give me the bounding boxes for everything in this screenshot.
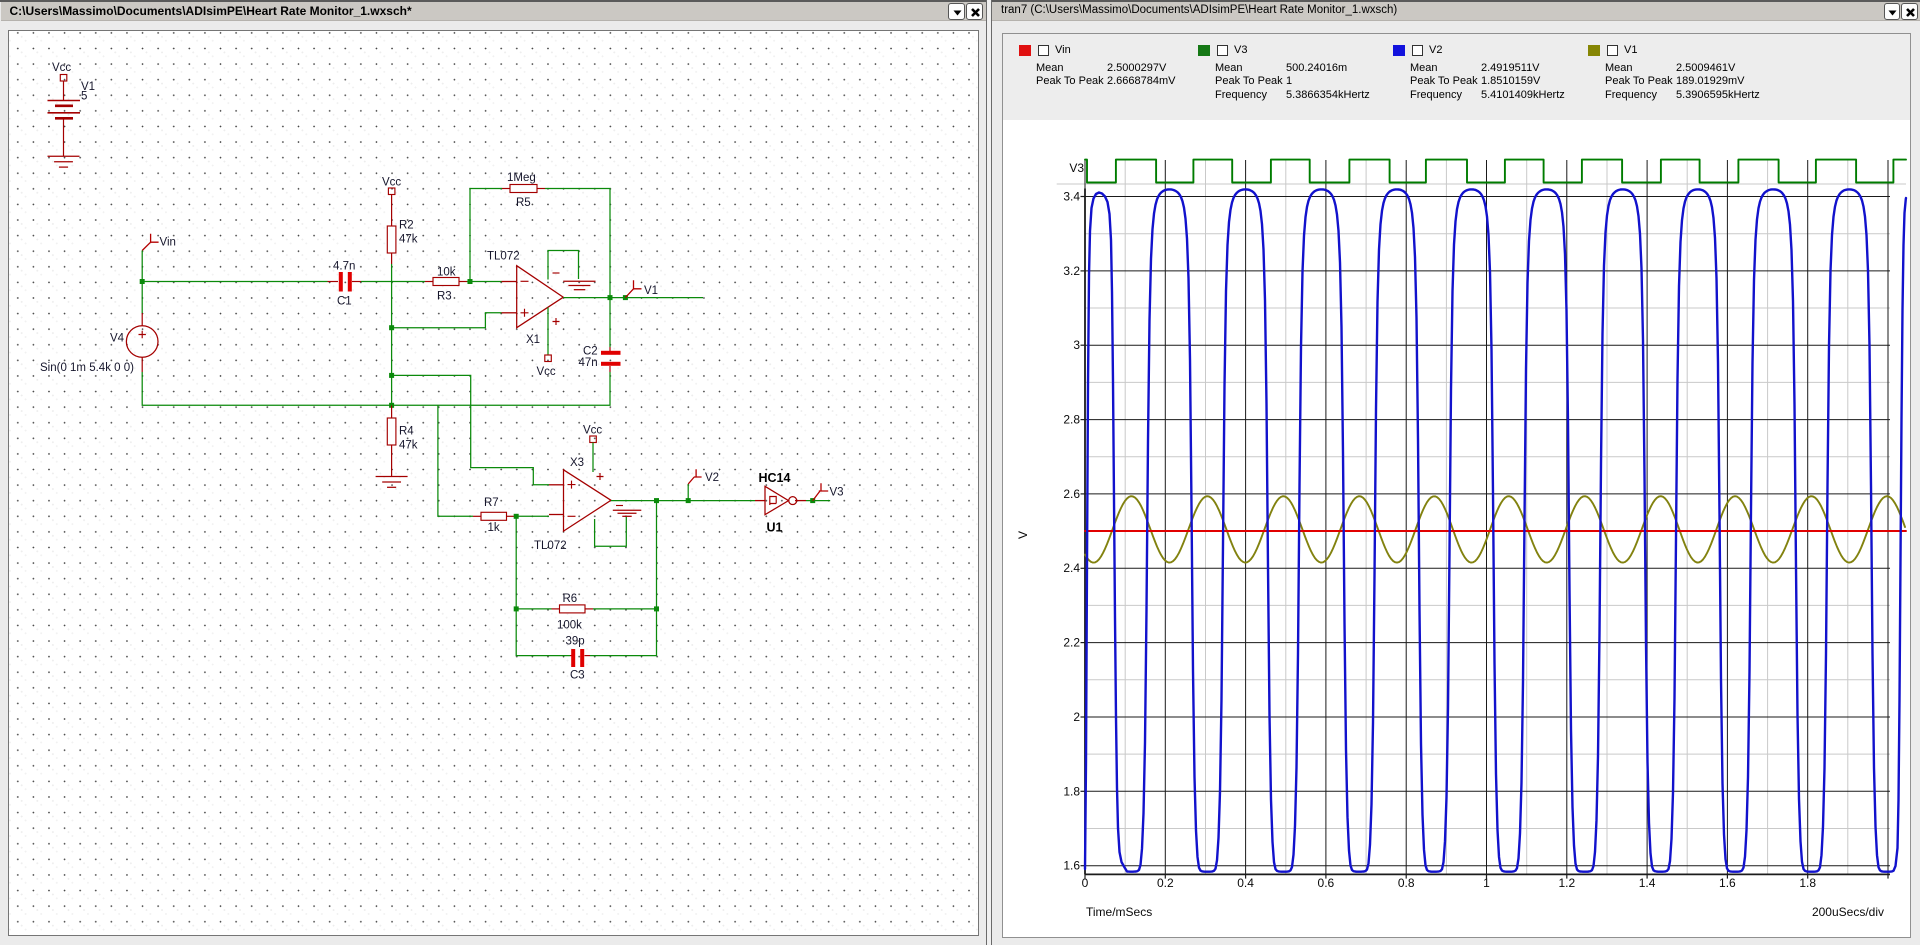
svg-text:R3: R3 — [437, 291, 452, 303]
svg-text:1Meg: 1Meg — [507, 172, 536, 184]
svg-text:2.4: 2.4 — [1063, 561, 1080, 575]
svg-text:Vcc: Vcc — [52, 62, 71, 74]
svg-text:TL072: TL072 — [534, 540, 567, 552]
svg-text:Vin: Vin — [160, 237, 176, 249]
svg-text:V3: V3 — [1069, 161, 1084, 175]
svg-text:TL072: TL072 — [487, 251, 520, 263]
svg-text:200uSecs/div: 200uSecs/div — [1812, 905, 1884, 919]
svg-text:1: 1 — [1483, 876, 1490, 890]
svg-text:V4: V4 — [110, 333, 125, 345]
svg-text:47k: 47k — [399, 440, 418, 452]
svg-text:X1: X1 — [526, 334, 540, 346]
svg-text:0.8: 0.8 — [1398, 876, 1415, 890]
svg-text:U1: U1 — [767, 521, 783, 535]
svg-text:R5: R5 — [516, 197, 531, 209]
svg-text:1.8: 1.8 — [1063, 784, 1080, 798]
svg-text:10k: 10k — [437, 267, 456, 279]
svg-text:3.2: 3.2 — [1063, 264, 1080, 278]
svg-text:2: 2 — [1073, 710, 1080, 724]
svg-text:47k: 47k — [399, 234, 418, 246]
svg-text:0.6: 0.6 — [1318, 876, 1335, 890]
svg-text:0.4: 0.4 — [1237, 876, 1254, 890]
svg-text:1.2: 1.2 — [1558, 876, 1575, 890]
svg-text:C1: C1 — [337, 296, 352, 308]
svg-text:Sin(0 1m 5.4k 0 0): Sin(0 1m 5.4k 0 0) — [40, 362, 134, 374]
svg-text:0.2: 0.2 — [1157, 876, 1174, 890]
svg-text:HC14: HC14 — [759, 471, 791, 485]
svg-text:R2: R2 — [399, 220, 414, 232]
svg-text:0: 0 — [1082, 876, 1089, 890]
svg-text:Vcc: Vcc — [583, 425, 602, 437]
svg-text:1.8: 1.8 — [1799, 876, 1816, 890]
svg-text:Vcc: Vcc — [537, 366, 556, 378]
svg-text:R7: R7 — [484, 497, 499, 509]
svg-text:C3: C3 — [570, 670, 585, 682]
svg-text:C2: C2 — [583, 346, 598, 358]
svg-text:2.2: 2.2 — [1063, 636, 1080, 650]
svg-text:1.6: 1.6 — [1719, 876, 1736, 890]
svg-text:1.6: 1.6 — [1063, 859, 1080, 873]
svg-text:2.6: 2.6 — [1063, 487, 1080, 501]
svg-text:47n: 47n — [579, 357, 598, 369]
svg-text:1k: 1k — [488, 522, 500, 534]
svg-text:100k: 100k — [557, 620, 582, 632]
svg-text:Time/mSecs: Time/mSecs — [1086, 905, 1152, 919]
svg-text:V3: V3 — [830, 487, 844, 499]
svg-text:V1: V1 — [644, 285, 658, 297]
svg-text:3.4: 3.4 — [1063, 190, 1080, 204]
svg-text:4.7n: 4.7n — [333, 261, 355, 273]
svg-text:R4: R4 — [399, 426, 414, 438]
svg-text:3: 3 — [1073, 338, 1080, 352]
svg-text:R6: R6 — [563, 593, 578, 605]
svg-text:39p: 39p — [566, 636, 585, 648]
svg-text:Vcc: Vcc — [382, 177, 401, 189]
svg-text:2.8: 2.8 — [1063, 413, 1080, 427]
svg-text:5: 5 — [81, 91, 87, 103]
svg-text:1.4: 1.4 — [1639, 876, 1656, 890]
svg-text:V: V — [1016, 531, 1030, 539]
svg-text:V2: V2 — [705, 472, 719, 484]
svg-text:X3: X3 — [570, 457, 584, 469]
